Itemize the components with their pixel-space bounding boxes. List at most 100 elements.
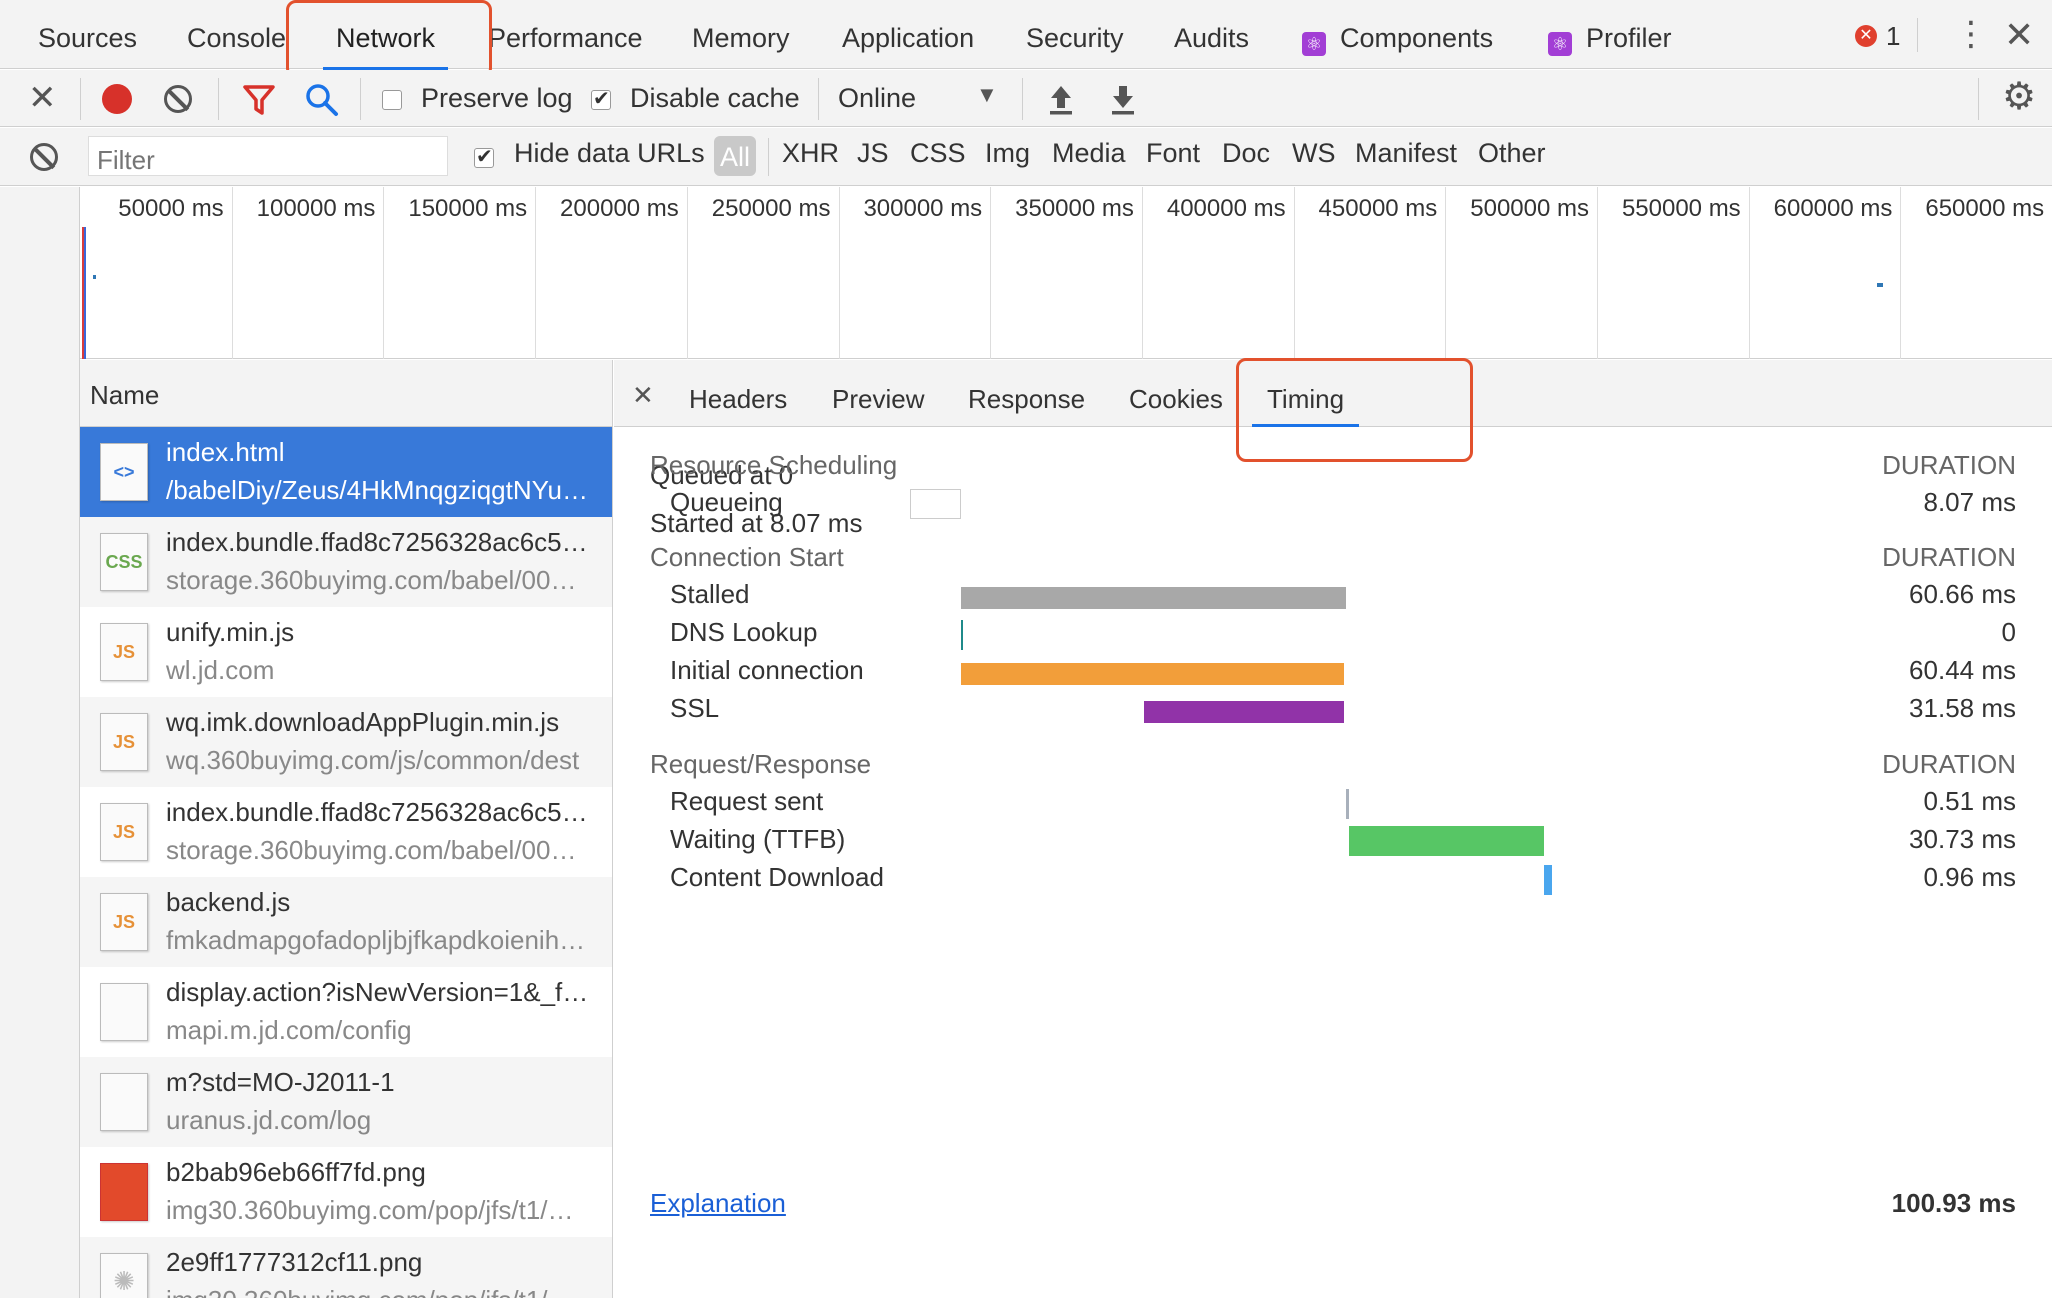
request-name: 2e9ff1777312cf11.png (166, 1247, 423, 1277)
timing-section-title: Request/Response (650, 749, 872, 779)
gear-icon[interactable]: ⚙ (2002, 74, 2036, 119)
divider (768, 138, 769, 176)
tab-headers[interactable]: Headers (689, 384, 787, 415)
tab-response[interactable]: Response (968, 384, 1085, 415)
react-icon: ⚛ (1548, 32, 1572, 56)
tab-preview[interactable]: Preview (832, 384, 924, 415)
request-path: wq.360buyimg.com/js/common/dest (166, 745, 580, 775)
clear-icon[interactable] (164, 85, 192, 113)
timing-section-title: Resource Scheduling (650, 450, 898, 480)
filter-type-all[interactable]: All (714, 136, 757, 176)
tab-console[interactable]: Console (187, 0, 286, 69)
filter-type-doc[interactable]: Doc (1222, 138, 1270, 169)
tab-audits[interactable]: Audits (1174, 0, 1249, 69)
timing-row-value: 0.51 ms (1923, 786, 2017, 816)
close-devtools-icon[interactable]: ✕ (2004, 14, 2034, 56)
tab-performance[interactable]: Performance (488, 0, 643, 69)
close-drawer-icon[interactable]: ✕ (28, 78, 57, 118)
filter-type-img[interactable]: Img (985, 138, 1030, 169)
timing-row-label: SSL (670, 693, 720, 723)
filter-type-css[interactable]: CSS (910, 138, 966, 169)
timing-row-label: Content Download (670, 862, 884, 892)
tab-components[interactable]: ⚛ Components (1302, 0, 1493, 69)
name-column-header[interactable]: Name (80, 360, 612, 427)
request-row[interactable]: ✺ 2e9ff1777312cf11.png img30.360buyimg.com… (80, 1237, 612, 1298)
request-path: img30.360buyimg.com/pop/jfs/t1/… (166, 1195, 574, 1225)
network-toolbar: ✕ Preserve log Disable cache Online ▼ ⚙ (0, 70, 2052, 127)
divider (1917, 18, 1918, 52)
tab-components-label: Components (1340, 23, 1494, 53)
filter-input[interactable] (88, 136, 448, 176)
file-js-icon: JS (100, 893, 148, 951)
filter-type-js[interactable]: JS (857, 138, 889, 169)
overview-tick-label: 600000 ms (1773, 195, 1893, 222)
file-js-icon: JS (100, 713, 148, 771)
filter-icon[interactable] (243, 84, 275, 116)
overview-tick-label: 250000 ms (711, 195, 831, 222)
timing-row-value: 60.44 ms (1909, 655, 2016, 685)
timing-row-label: Queueing (670, 487, 783, 517)
file-js-icon: JS (100, 803, 148, 861)
divider (818, 78, 819, 120)
filter-type-font[interactable]: Font (1146, 138, 1200, 169)
filter-type-xhr[interactable]: XHR (782, 138, 839, 169)
preserve-log-label: Preserve log (421, 83, 573, 113)
filter-type-manifest[interactable]: Manifest (1355, 138, 1457, 169)
request-row[interactable]: JS unify.min.js wl.jd.com (80, 607, 612, 697)
divider (360, 78, 361, 120)
overview-tick-label: 200000 ms (560, 195, 679, 222)
more-options-icon[interactable]: ⋮ (1954, 16, 1988, 52)
filter-type-media[interactable]: Media (1052, 138, 1126, 169)
request-row[interactable]: display.action?isNewVersion=1&_f… mapi.m.… (80, 967, 612, 1057)
filter-type-ws[interactable]: WS (1292, 138, 1336, 169)
error-count[interactable]: 1 (1886, 21, 1900, 52)
timing-row-value: 0 (2001, 617, 2016, 647)
request-row[interactable]: CSS index.bundle.ffad8c7256328ac6c5… stora… (80, 517, 612, 607)
preserve-log-checkbox[interactable] (382, 84, 402, 115)
export-har-icon[interactable] (1109, 82, 1137, 116)
overview-tick-label: 150000 ms (408, 195, 528, 222)
throttling-select[interactable]: Online (838, 83, 916, 114)
timing-bar (961, 587, 1346, 609)
tab-memory[interactable]: Memory (692, 0, 790, 69)
import-har-icon[interactable] (1047, 82, 1075, 116)
overview-timeline[interactable]: 50000 ms 100000 ms 150000 ms 200000 ms 25000… (80, 187, 2052, 359)
request-name: wq.imk.downloadAppPlugin.min.js (166, 707, 560, 737)
request-row[interactable]: b2bab96eb66ff7fd.png img30.360buyimg.com/… (80, 1147, 612, 1237)
chevron-down-icon[interactable]: ▼ (976, 82, 998, 108)
error-icon[interactable]: ✕ (1855, 25, 1877, 47)
request-row[interactable]: JS index.bundle.ffad8c7256328ac6c5… storag… (80, 787, 612, 877)
request-path: /babelDiy/Zeus/4HkMnqgziqgtNYu… (166, 475, 588, 505)
explanation-link[interactable]: Explanation (650, 1188, 786, 1219)
request-row[interactable]: m?std=MO-J2011-1 uranus.jd.com/log (80, 1057, 612, 1147)
request-name: unify.min.js (166, 617, 295, 647)
disable-cache-checkbox[interactable] (591, 84, 611, 115)
timing-bar (910, 489, 962, 519)
request-row[interactable]: JS backend.js fmkadmapgofadopljbjfkapdkoie… (80, 877, 612, 967)
request-path: storage.360buyimg.com/babel/00… (166, 835, 577, 865)
filter-type-other[interactable]: Other (1478, 138, 1546, 169)
request-path: mapi.m.jd.com/config (166, 1015, 412, 1045)
tab-sources[interactable]: Sources (38, 0, 137, 69)
request-row[interactable]: JS wq.imk.downloadAppPlugin.min.js wq.360b… (80, 697, 612, 787)
hide-data-urls-checkbox[interactable] (474, 142, 494, 173)
file-html-icon: <> (100, 443, 148, 501)
block-requests-icon[interactable] (30, 143, 58, 171)
timing-bar (961, 663, 1345, 685)
divider (80, 78, 81, 120)
record-icon[interactable] (102, 84, 132, 114)
overview-tick-label: 300000 ms (863, 195, 983, 222)
timing-row-label: DNS Lookup (670, 617, 818, 647)
request-list: Name <> index.html/babelDiy/Zeus/4HkMnqgz… (80, 360, 613, 1298)
overview-tick-label: 400000 ms (1166, 195, 1286, 222)
tab-security[interactable]: Security (1026, 0, 1124, 69)
timing-bar (1345, 789, 1349, 819)
tab-cookies[interactable]: Cookies (1129, 384, 1223, 415)
overview-tick-label: 450000 ms (1318, 195, 1438, 222)
request-row[interactable]: <> index.html/babelDiy/Zeus/4HkMnqgziqgtN… (80, 427, 612, 517)
search-icon[interactable] (305, 83, 339, 117)
tab-application[interactable]: Application (842, 0, 974, 69)
timing-tab-highlight (1236, 358, 1473, 462)
tab-profiler[interactable]: ⚛ Profiler (1548, 0, 1672, 69)
close-detail-icon[interactable]: ✕ (632, 380, 654, 411)
